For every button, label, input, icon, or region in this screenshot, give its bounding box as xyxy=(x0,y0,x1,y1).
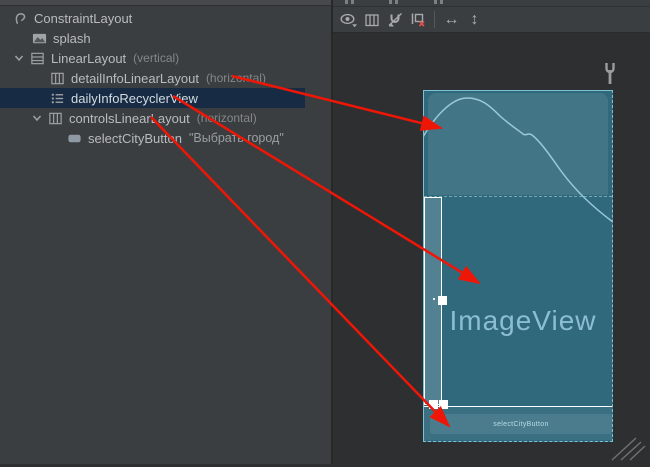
tree-item-label: selectCityButton xyxy=(88,131,182,146)
tree-item-orientation: (horizontal) xyxy=(206,71,266,85)
design-toolbar: ↔ ↕ xyxy=(333,7,650,33)
chart-curve xyxy=(424,91,612,441)
select-city-button-preview[interactable]: selectCityButton xyxy=(430,414,612,434)
tree-item-selectcitybutton[interactable]: selectCityButton "Выбрать город" xyxy=(0,128,331,148)
tree-item-label: ConstraintLayout xyxy=(34,11,132,26)
view-mode-columns-icon[interactable] xyxy=(360,9,383,31)
clipped-icon xyxy=(395,0,398,4)
layout-preview[interactable]: ImageView selectCityButton xyxy=(423,90,613,442)
wrench-icon[interactable] xyxy=(602,61,618,92)
canvas-resize-grip[interactable] xyxy=(610,434,650,467)
tree-item-label: detailInfoLinearLayout xyxy=(71,71,199,86)
tree-item-dailyinforecyclerview[interactable]: dailyInfoRecyclerView xyxy=(0,88,331,108)
chevron-down-icon[interactable] xyxy=(12,51,26,65)
toolbar-separator xyxy=(434,11,435,28)
tree-item-text-value: "Выбрать город" xyxy=(189,131,284,145)
tree-item-label: controlsLinearLayout xyxy=(69,111,190,126)
clipped-icon xyxy=(440,0,443,4)
imageview-placeholder-label[interactable]: ImageView xyxy=(424,305,612,337)
tree-item-controlslinearlayout[interactable]: controlsLinearLayout (horizontal) xyxy=(0,108,331,128)
component-tree: ConstraintLayout splash LinearLayout (ve… xyxy=(0,8,331,148)
clipped-icon xyxy=(389,0,392,4)
linearlayout-vertical-icon xyxy=(30,51,45,66)
tree-item-orientation: (vertical) xyxy=(133,51,179,65)
constraint-layout-icon xyxy=(13,11,28,26)
clipped-toolbar-row xyxy=(333,0,650,7)
button-icon xyxy=(67,131,82,146)
clipped-icon xyxy=(351,0,354,4)
recyclerview-icon xyxy=(50,91,65,106)
selection-anchor-dot xyxy=(433,298,435,300)
tree-item-linearlayout[interactable]: LinearLayout (vertical) xyxy=(0,48,331,68)
panel-top-edge xyxy=(0,0,331,6)
tree-item-detailinfolinearlayout[interactable]: detailInfoLinearLayout (horizontal) xyxy=(0,68,331,88)
component-tree-panel: ConstraintLayout splash LinearLayout (ve… xyxy=(0,0,331,464)
linearlayout-horizontal-icon xyxy=(50,71,65,86)
tree-item-label: dailyInfoRecyclerView xyxy=(71,91,198,106)
resize-horizontal-icon[interactable]: ↔ xyxy=(440,9,463,31)
chevron-down-icon[interactable] xyxy=(30,111,44,125)
autoconnect-disabled-icon[interactable] xyxy=(383,9,406,31)
visibility-icon[interactable] xyxy=(337,9,360,31)
tree-item-orientation: (horizontal) xyxy=(197,111,257,125)
clear-constraints-icon[interactable] xyxy=(406,9,429,31)
selection-handle-right[interactable] xyxy=(438,296,447,305)
clipped-icon xyxy=(345,0,348,4)
controls-region[interactable]: selectCityButton xyxy=(424,407,612,440)
resize-vertical-icon[interactable]: ↕ xyxy=(463,9,486,31)
tree-item-splash[interactable]: splash xyxy=(0,28,331,48)
tree-item-constraintlayout[interactable]: ConstraintLayout xyxy=(0,8,331,28)
clipped-icon xyxy=(434,0,437,4)
image-icon xyxy=(32,31,47,46)
tree-item-label: splash xyxy=(53,31,91,46)
section-divider xyxy=(424,196,612,197)
linearlayout-horizontal-icon xyxy=(48,111,63,126)
tree-item-label: LinearLayout xyxy=(51,51,126,66)
